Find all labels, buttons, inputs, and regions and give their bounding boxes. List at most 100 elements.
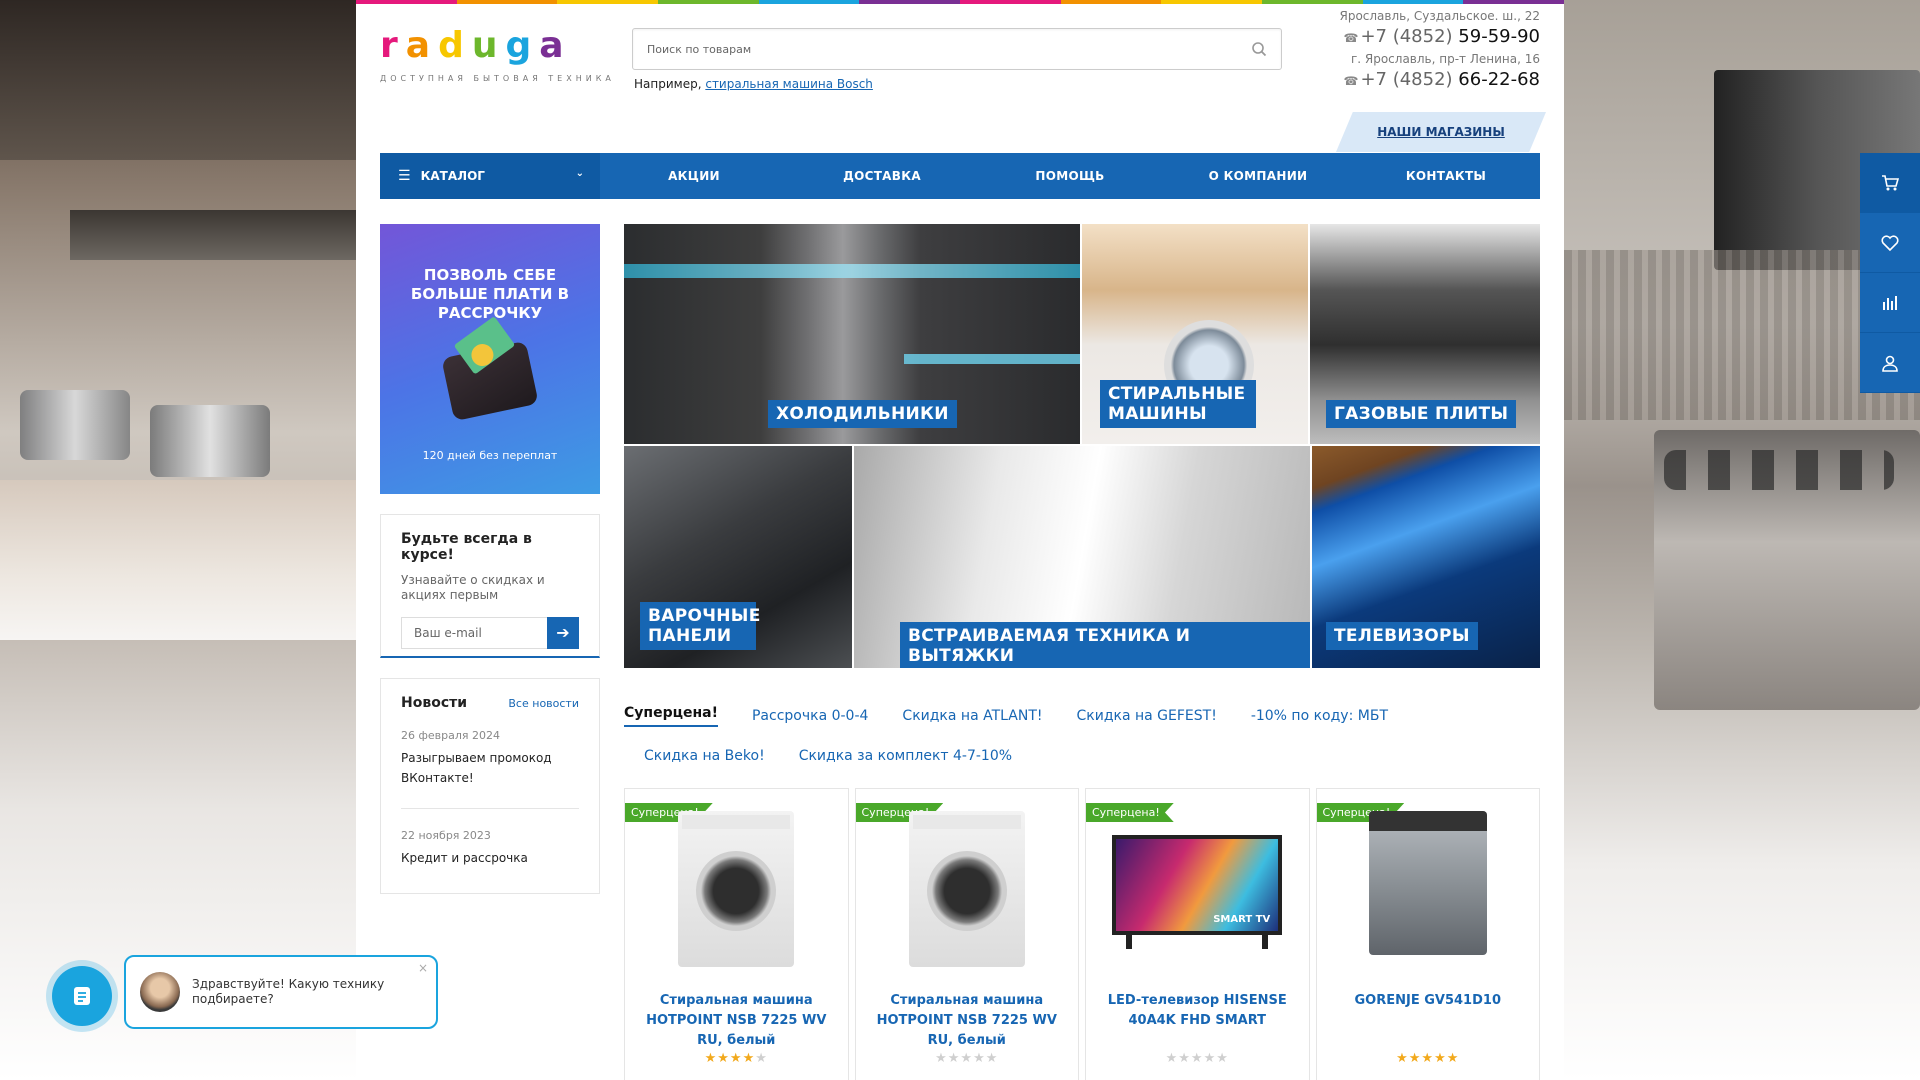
all-news-link[interactable]: Все новости [508, 697, 579, 710]
search-example-prefix: Например, [634, 77, 702, 91]
star-icon: ★ [1421, 1051, 1435, 1066]
rating-stars: ★★★★★ [625, 1051, 848, 1066]
star-icon: ★ [947, 1051, 961, 1066]
star-icon: ★ [1190, 1051, 1204, 1066]
tab-atlant[interactable]: Скидка на ATLANT! [902, 708, 1042, 724]
rainbow-segment [960, 0, 1061, 4]
logo-letter: g [505, 25, 540, 66]
search-example-link[interactable]: стиральная машина Bosch [705, 77, 873, 91]
main-nav: ☰ КАТАЛОГ ⌄ АКЦИИ ДОСТАВКА ПОМОЩЬ О КОМП… [380, 153, 1540, 199]
tab-mbt-code[interactable]: -10% по коду: МБТ [1251, 708, 1388, 724]
category-label: СТИРАЛЬНЫЕ МАШИНЫ [1100, 380, 1256, 428]
category-tile-hobs[interactable]: ВАРОЧНЫЕ ПАНЕЛИ [624, 446, 852, 668]
washing-machine-image [678, 811, 795, 967]
contacts: Ярославль, Суздальское. ш., 22 ☎ +7 (4852… [1339, 8, 1540, 94]
category-tile-washers[interactable]: СТИРАЛЬНЫЕ МАШИНЫ [1082, 224, 1308, 444]
category-tile-gas-stoves[interactable]: ГАЗОВЫЕ ПЛИТЫ [1310, 224, 1540, 444]
category-label: ТЕЛЕВИЗОРЫ [1326, 622, 1478, 650]
banner-subtitle: 120 дней без переплат [422, 449, 558, 462]
phone-2[interactable]: ☎ +7 (4852) 66-22-68 [1339, 67, 1541, 94]
category-tile-built-in[interactable]: ВСТРАИВАЕМАЯ ТЕХНИКА И ВЫТЯЖКИ [854, 446, 1310, 668]
tab-installment[interactable]: Рассрочка 0-0-4 [752, 708, 868, 724]
nav-item-about[interactable]: О КОМПАНИИ [1164, 169, 1352, 183]
tab-gefest[interactable]: Скидка на GEFEST! [1076, 708, 1216, 724]
star-icon: ★ [1165, 1051, 1179, 1066]
tab-kit-discount[interactable]: Скидка за комплект 4-7-10% [799, 748, 1012, 764]
rating-stars: ★★★★★ [1317, 1051, 1540, 1066]
email-field[interactable] [401, 617, 547, 649]
product-card[interactable]: Суперцена! Стиральная машина HOTPOINT NSB… [854, 788, 1079, 1080]
nav-item-promo[interactable]: АКЦИИ [600, 169, 788, 183]
news-title: Новости [401, 695, 468, 711]
star-icon: ★ [755, 1051, 768, 1066]
nav-item-contacts[interactable]: КОНТАКТЫ [1352, 169, 1540, 183]
news-item[interactable]: 26 февраля 2024 Разыгрываем промокод ВКо… [401, 729, 579, 788]
account-button[interactable] [1860, 333, 1920, 393]
chat-message: Здравствуйте! Какую технику подбираете? [192, 977, 385, 1006]
phone-1-code: +7 (4852) [1360, 26, 1453, 47]
compare-button[interactable] [1860, 273, 1920, 333]
menu-icon: ☰ [398, 168, 411, 184]
search-example: Например, стиральная машина Bosch [634, 77, 873, 91]
product-name[interactable]: Стиральная машина HOTPOINT NSB 7225 WV R… [641, 991, 832, 1051]
product-name[interactable]: GORENJE GV541D10 [1333, 991, 1524, 1011]
tv-image: SMART TV [1112, 835, 1283, 949]
product-list: Суперцена! Стиральная машина HOTPOINT NSB… [624, 788, 1540, 1080]
promo-tabs: Суперцена! Рассрочка 0-0-4 Скидка на ATL… [624, 696, 1540, 776]
product-card[interactable]: Суперцена! GORENJE GV541D10 ★★★★★ [1315, 788, 1540, 1080]
product-name[interactable]: LED-телевизор HISENSE 40A4K FHD SMART [1102, 991, 1293, 1031]
cart-button[interactable] [1860, 153, 1920, 213]
news-text: Разыгрываем промокод ВКонтакте! [401, 751, 552, 785]
search-icon[interactable] [1251, 41, 1267, 57]
product-card[interactable]: Суперцена! Стиральная машина HOTPOINT NSB… [624, 788, 849, 1080]
star-icon: ★ [935, 1051, 948, 1066]
category-label: ВАРОЧНЫЕ ПАНЕЛИ [640, 602, 760, 650]
product-card[interactable]: Суперцена! SMART TV LED-телевизор HISENSE … [1085, 788, 1310, 1080]
chat-button[interactable] [52, 966, 112, 1026]
news-item[interactable]: 22 ноября 2023 Кредит и рассрочка [401, 808, 579, 868]
phone-2-number: 66-22-68 [1458, 69, 1540, 90]
product-image[interactable] [1368, 811, 1487, 955]
chevron-down-icon: ⌄ [575, 168, 584, 179]
product-image[interactable] [908, 811, 1025, 967]
heart-icon [1881, 234, 1899, 251]
subscribe-title: Будьте всегда в курсе! [401, 531, 532, 563]
search-input[interactable] [633, 29, 1281, 69]
tab-beko[interactable]: Скидка на Beko! [644, 748, 765, 764]
product-name[interactable]: Стиральная машина HOTPOINT NSB 7225 WV R… [872, 991, 1063, 1051]
star-icon: ★ [1408, 1051, 1422, 1066]
news-date: 26 февраля 2024 [401, 729, 501, 742]
close-icon[interactable]: × [418, 961, 428, 975]
category-tile-tvs[interactable]: ТЕЛЕВИЗОРЫ [1312, 446, 1540, 668]
dishwasher-image [1368, 811, 1487, 955]
banner-title: ПОЗВОЛЬ СЕБЕ БОЛЬШЕ ПЛАТИ В РАССРОЧКУ [410, 266, 570, 322]
rainbow-segment [1362, 0, 1464, 4]
rainbow-stripe [356, 0, 1565, 4]
category-tile-fridges[interactable]: ХОЛОДИЛЬНИКИ [624, 224, 1080, 444]
nav-item-help[interactable]: ПОМОЩЬ [976, 169, 1164, 183]
favorites-button[interactable] [1860, 213, 1920, 273]
star-icon: ★ [1434, 1051, 1447, 1066]
our-stores-button[interactable]: НАШИ МАГАЗИНЫ [1336, 112, 1546, 152]
logo[interactable]: raduga ДОСТУПНАЯ БЫТОВАЯ ТЕХНИКА [380, 25, 615, 84]
rainbow-segment [356, 0, 457, 4]
logo-letter: d [438, 25, 472, 66]
catalog-button[interactable]: ☰ КАТАЛОГ ⌄ [380, 153, 600, 199]
product-image[interactable]: SMART TV [1112, 811, 1283, 949]
tab-supercena[interactable]: Суперцена! [624, 705, 718, 727]
rainbow-segment [658, 0, 759, 4]
nav-item-delivery[interactable]: ДОСТАВКА [788, 169, 976, 183]
subscribe-button[interactable]: ➔ [547, 617, 579, 649]
logo-letter: a [405, 25, 439, 66]
star-icon: ★ [960, 1051, 974, 1066]
star-icon: ★ [1178, 1051, 1191, 1066]
phone-1[interactable]: ☎ +7 (4852) 59-59-90 [1339, 24, 1541, 51]
chat-greeting[interactable]: Здравствуйте! Какую технику подбираете? … [124, 955, 438, 1029]
star-icon: ★ [717, 1051, 730, 1066]
rainbow-segment [859, 0, 961, 4]
rainbow-segment [1463, 0, 1565, 4]
product-image[interactable] [678, 811, 795, 967]
installment-banner[interactable]: ПОЗВОЛЬ СЕБЕ БОЛЬШЕ ПЛАТИ В РАССРОЧКУ 12… [380, 224, 600, 494]
compare-icon [1883, 295, 1897, 310]
star-icon: ★ [742, 1051, 756, 1066]
